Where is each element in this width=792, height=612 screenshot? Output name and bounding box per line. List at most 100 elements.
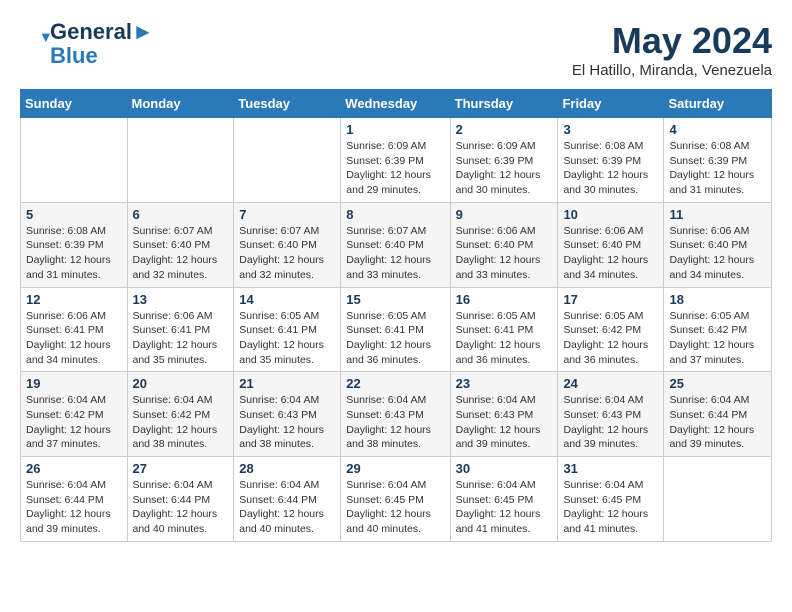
logo-icon: [22, 28, 50, 56]
day-number: 18: [669, 292, 766, 307]
calendar-cell: 29 Sunrise: 6:04 AMSunset: 6:45 PMDayligh…: [341, 457, 450, 542]
calendar-header-friday: Friday: [558, 90, 664, 118]
calendar-cell: 23Sunrise: 6:04 AMSunset: 6:43 PMDayligh…: [450, 372, 558, 457]
page-header: General► Blue May 2024 El Hatillo, Miran…: [20, 20, 772, 79]
calendar-body: 1 Sunrise: 6:09 AMSunset: 6:39 PMDaylight…: [21, 118, 772, 542]
calendar-cell: 14 Sunrise: 6:05 AMSunset: 6:41 PMDayligh…: [234, 287, 341, 372]
calendar-cell: [234, 118, 341, 203]
day-number: 8: [346, 207, 444, 222]
day-number: 17: [563, 292, 658, 307]
day-number: 28: [239, 461, 335, 476]
day-number: 12: [26, 292, 122, 307]
day-info: Sunrise: 6:09 AMSunset: 6:39 PMDaylight:…: [456, 139, 553, 198]
calendar-table: SundayMondayTuesdayWednesdayThursdayFrid…: [20, 89, 772, 542]
calendar-header-row: SundayMondayTuesdayWednesdayThursdayFrid…: [21, 90, 772, 118]
day-number: 21: [239, 376, 335, 391]
calendar-cell: 9 Sunrise: 6:06 AMSunset: 6:40 PMDaylight…: [450, 202, 558, 287]
day-number: 30: [456, 461, 553, 476]
day-info: Sunrise: 6:07 AMSunset: 6:40 PMDaylight:…: [346, 224, 444, 283]
day-info: Sunrise: 6:04 AMSunset: 6:45 PMDaylight:…: [346, 478, 444, 537]
day-number: 14: [239, 292, 335, 307]
calendar-cell: 18Sunrise: 6:05 AMSunset: 6:42 PMDayligh…: [664, 287, 772, 372]
day-info: Sunrise: 6:04 AMSunset: 6:44 PMDaylight:…: [239, 478, 335, 537]
day-info: Sunrise: 6:04 AMSunset: 6:45 PMDaylight:…: [563, 478, 658, 537]
day-number: 13: [133, 292, 229, 307]
day-number: 27: [133, 461, 229, 476]
calendar-cell: 3 Sunrise: 6:08 AMSunset: 6:39 PMDaylight…: [558, 118, 664, 203]
day-info: Sunrise: 6:06 AMSunset: 6:40 PMDaylight:…: [563, 224, 658, 283]
day-number: 19: [26, 376, 122, 391]
day-info: Sunrise: 6:07 AMSunset: 6:40 PMDaylight:…: [133, 224, 229, 283]
day-number: 6: [133, 207, 229, 222]
calendar-cell: [664, 457, 772, 542]
calendar-cell: 4 Sunrise: 6:08 AMSunset: 6:39 PMDaylight…: [664, 118, 772, 203]
day-info: Sunrise: 6:05 AMSunset: 6:41 PMDaylight:…: [346, 309, 444, 368]
calendar-cell: 5 Sunrise: 6:08 AMSunset: 6:39 PMDaylight…: [21, 202, 128, 287]
day-number: 1: [346, 122, 444, 137]
calendar-header-sunday: Sunday: [21, 90, 128, 118]
day-info: Sunrise: 6:06 AMSunset: 6:41 PMDaylight:…: [26, 309, 122, 368]
calendar-header-tuesday: Tuesday: [234, 90, 341, 118]
logo-text: General► Blue: [50, 20, 154, 68]
day-info: Sunrise: 6:04 AMSunset: 6:42 PMDaylight:…: [26, 393, 122, 452]
day-info: Sunrise: 6:08 AMSunset: 6:39 PMDaylight:…: [563, 139, 658, 198]
day-info: Sunrise: 6:07 AMSunset: 6:40 PMDaylight:…: [239, 224, 335, 283]
day-info: Sunrise: 6:04 AMSunset: 6:45 PMDaylight:…: [456, 478, 553, 537]
calendar-cell: 17 Sunrise: 6:05 AMSunset: 6:42 PMDayligh…: [558, 287, 664, 372]
calendar-cell: 22 Sunrise: 6:04 AMSunset: 6:43 PMDayligh…: [341, 372, 450, 457]
day-info: Sunrise: 6:04 AMSunset: 6:44 PMDaylight:…: [133, 478, 229, 537]
day-info: Sunrise: 6:05 AMSunset: 6:42 PMDaylight:…: [563, 309, 658, 368]
day-number: 3: [563, 122, 658, 137]
day-number: 25: [669, 376, 766, 391]
calendar-cell: 11 Sunrise: 6:06 AMSunset: 6:40 PMDayligh…: [664, 202, 772, 287]
calendar-cell: 21Sunrise: 6:04 AMSunset: 6:43 PMDayligh…: [234, 372, 341, 457]
day-info: Sunrise: 6:05 AMSunset: 6:41 PMDaylight:…: [239, 309, 335, 368]
day-info: Sunrise: 6:04 AMSunset: 6:42 PMDaylight:…: [133, 393, 229, 452]
day-number: 29: [346, 461, 444, 476]
day-number: 20: [133, 376, 229, 391]
calendar-cell: 6 Sunrise: 6:07 AMSunset: 6:40 PMDaylight…: [127, 202, 234, 287]
day-number: 22: [346, 376, 444, 391]
calendar-cell: 24Sunrise: 6:04 AMSunset: 6:43 PMDayligh…: [558, 372, 664, 457]
calendar-header-monday: Monday: [127, 90, 234, 118]
day-number: 5: [26, 207, 122, 222]
day-number: 11: [669, 207, 766, 222]
calendar-header-thursday: Thursday: [450, 90, 558, 118]
day-info: Sunrise: 6:04 AMSunset: 6:43 PMDaylight:…: [456, 393, 553, 452]
calendar-cell: 1Sunrise: 6:09 AMSunset: 6:39 PMDaylight…: [341, 118, 450, 203]
day-number: 4: [669, 122, 766, 137]
calendar-header-saturday: Saturday: [664, 90, 772, 118]
day-number: 7: [239, 207, 335, 222]
day-number: 24: [563, 376, 658, 391]
day-info: Sunrise: 6:04 AMSunset: 6:44 PMDaylight:…: [26, 478, 122, 537]
day-number: 16: [456, 292, 553, 307]
day-number: 15: [346, 292, 444, 307]
calendar-cell: 2 Sunrise: 6:09 AMSunset: 6:39 PMDaylight…: [450, 118, 558, 203]
day-info: Sunrise: 6:08 AMSunset: 6:39 PMDaylight:…: [669, 139, 766, 198]
calendar-cell: [21, 118, 128, 203]
calendar-week-2: 5 Sunrise: 6:08 AMSunset: 6:39 PMDaylight…: [21, 202, 772, 287]
calendar-cell: 27 Sunrise: 6:04 AMSunset: 6:44 PMDayligh…: [127, 457, 234, 542]
day-info: Sunrise: 6:06 AMSunset: 6:40 PMDaylight:…: [669, 224, 766, 283]
title-area: May 2024 El Hatillo, Miranda, Venezuela: [572, 20, 772, 79]
day-info: Sunrise: 6:06 AMSunset: 6:40 PMDaylight:…: [456, 224, 553, 283]
calendar-cell: 19 Sunrise: 6:04 AMSunset: 6:42 PMDayligh…: [21, 372, 128, 457]
calendar-week-5: 26Sunrise: 6:04 AMSunset: 6:44 PMDayligh…: [21, 457, 772, 542]
calendar-cell: 30 Sunrise: 6:04 AMSunset: 6:45 PMDayligh…: [450, 457, 558, 542]
calendar-week-1: 1 Sunrise: 6:09 AMSunset: 6:39 PMDaylight…: [21, 118, 772, 203]
calendar-cell: 31 Sunrise: 6:04 AMSunset: 6:45 PMDayligh…: [558, 457, 664, 542]
calendar-cell: 15 Sunrise: 6:05 AMSunset: 6:41 PMDayligh…: [341, 287, 450, 372]
day-number: 2: [456, 122, 553, 137]
day-info: Sunrise: 6:08 AMSunset: 6:39 PMDaylight:…: [26, 224, 122, 283]
day-number: 10: [563, 207, 658, 222]
month-title: May 2024: [572, 20, 772, 62]
day-info: Sunrise: 6:06 AMSunset: 6:41 PMDaylight:…: [133, 309, 229, 368]
day-number: 31: [563, 461, 658, 476]
calendar-cell: 20 Sunrise: 6:04 AMSunset: 6:42 PMDayligh…: [127, 372, 234, 457]
calendar-cell: [127, 118, 234, 203]
day-number: 9: [456, 207, 553, 222]
calendar-cell: 26Sunrise: 6:04 AMSunset: 6:44 PMDayligh…: [21, 457, 128, 542]
day-info: Sunrise: 6:04 AMSunset: 6:44 PMDaylight:…: [669, 393, 766, 452]
calendar-cell: 13 Sunrise: 6:06 AMSunset: 6:41 PMDayligh…: [127, 287, 234, 372]
day-info: Sunrise: 6:04 AMSunset: 6:43 PMDaylight:…: [346, 393, 444, 452]
